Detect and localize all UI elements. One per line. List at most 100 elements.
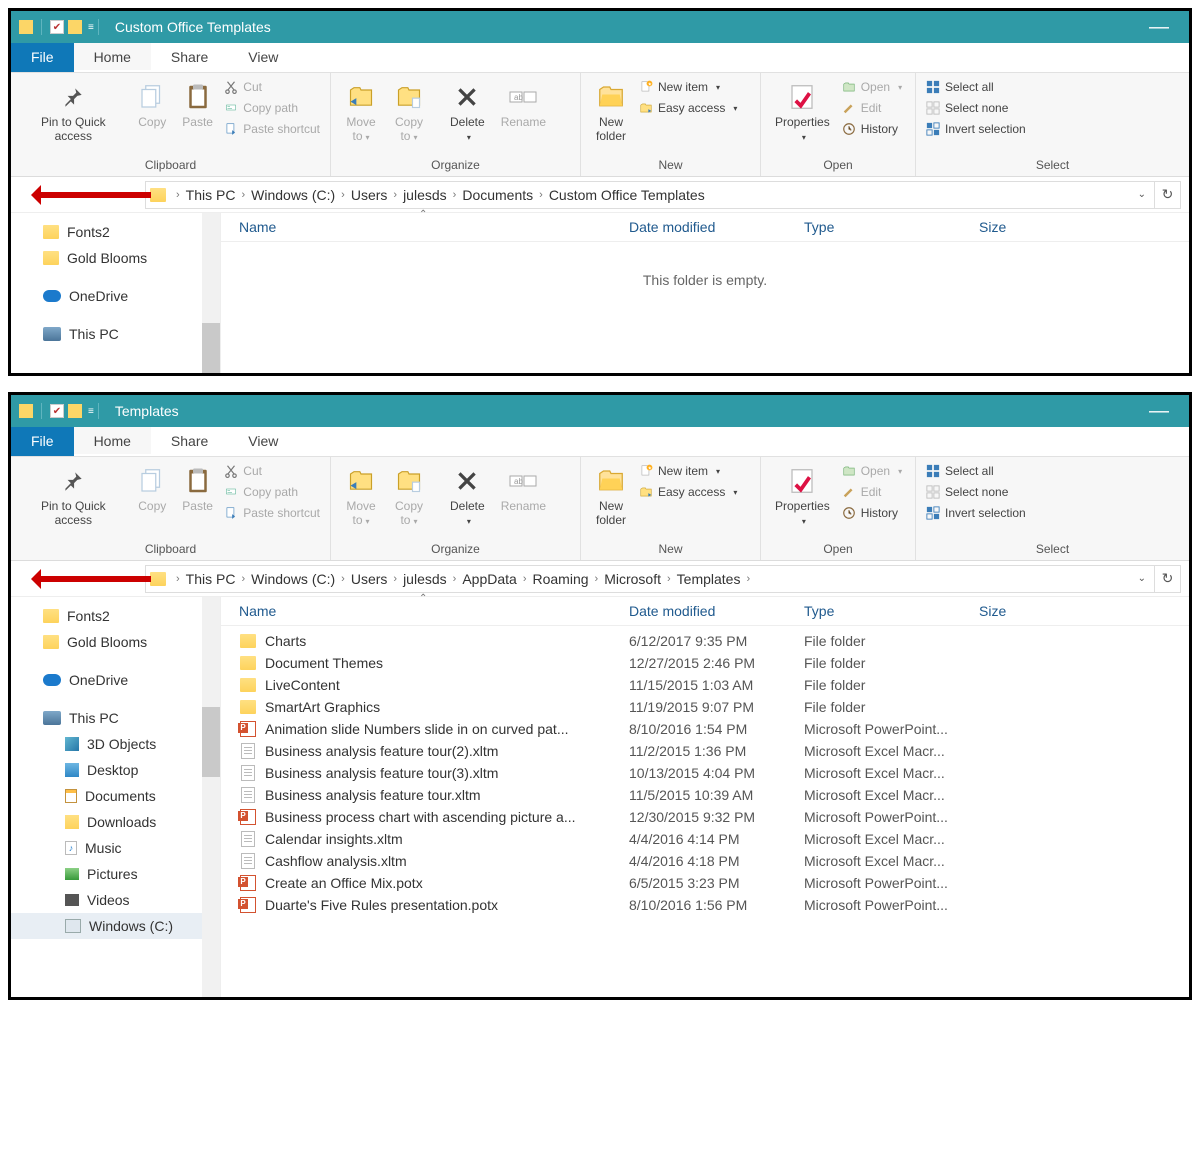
breadcrumb-segment[interactable]: Microsoft [604, 571, 661, 587]
copy-to-button[interactable]: Copyto▾ [385, 461, 433, 529]
nav-item-fonts2[interactable]: Fonts2 [11, 219, 220, 245]
column-header-type[interactable]: Type [804, 219, 979, 235]
file-row[interactable]: Business analysis feature tour(3).xltm 1… [239, 762, 1189, 784]
column-header-type[interactable]: Type [804, 603, 979, 619]
breadcrumb-segment[interactable]: AppData [462, 571, 516, 587]
paste-button[interactable]: Paste [175, 77, 220, 129]
file-row[interactable]: SmartArt Graphics 11/19/2015 9:07 PM Fil… [239, 696, 1189, 718]
address-bar[interactable]: ›This PC›Windows (C:)›Users›julesds›AppD… [145, 565, 1155, 593]
nav-item-this-pc[interactable]: This PC [11, 705, 220, 731]
select-all-button[interactable]: Select all [926, 79, 1026, 95]
new-item-button[interactable]: ★New item▾ [639, 79, 737, 95]
tab-home[interactable]: Home [74, 43, 151, 72]
qat-properties-icon[interactable]: ✔ [50, 20, 64, 34]
breadcrumb-segment[interactable]: Custom Office Templates [549, 187, 705, 203]
file-row[interactable]: LiveContent 11/15/2015 1:03 AM File fold… [239, 674, 1189, 696]
rename-button[interactable]: abRename [493, 461, 554, 513]
breadcrumb-chevron-icon[interactable]: › [170, 573, 186, 585]
nav-item-videos[interactable]: Videos [11, 887, 220, 913]
cut-button[interactable]: Cut [224, 463, 320, 479]
file-row[interactable]: Charts 6/12/2017 9:35 PM File folder [239, 630, 1189, 652]
breadcrumb-chevron-icon[interactable]: › [533, 189, 549, 201]
column-header-size[interactable]: Size [979, 603, 1039, 619]
breadcrumb-segment[interactable]: julesds [403, 571, 447, 587]
navigation-pane[interactable]: Fonts2Gold BloomsOneDriveThis PC3D Objec… [11, 597, 221, 997]
tab-share[interactable]: Share [151, 43, 228, 72]
column-header-date[interactable]: Date modified [629, 603, 804, 619]
nav-item-3d-objects[interactable]: 3D Objects [11, 731, 220, 757]
title-bar[interactable]: ✔ ≡ Custom Office Templates — [11, 11, 1189, 43]
nav-item-music[interactable]: ♪Music [11, 835, 220, 861]
file-row[interactable]: Document Themes 12/27/2015 2:46 PM File … [239, 652, 1189, 674]
file-row[interactable]: Business process chart with ascending pi… [239, 806, 1189, 828]
pin-quick-access-button[interactable]: Pin to Quick access [17, 461, 130, 527]
folder-icon[interactable] [68, 20, 82, 34]
nav-item-windows-c-[interactable]: Windows (C:) [11, 913, 220, 939]
column-header-name[interactable]: Name⌃ [239, 219, 629, 235]
breadcrumb-chevron-icon[interactable]: › [447, 189, 463, 201]
move-to-button[interactable]: Moveto▾ [337, 77, 385, 145]
breadcrumb-chevron-icon[interactable]: › [589, 573, 605, 585]
file-row[interactable]: Calendar insights.xltm 4/4/2016 4:14 PM … [239, 828, 1189, 850]
nav-item-documents[interactable]: Documents [11, 783, 220, 809]
minimize-button[interactable]: — [1137, 16, 1181, 39]
invert-selection-button[interactable]: Invert selection [926, 505, 1026, 521]
open-button[interactable]: Open▾ [842, 79, 902, 95]
copy-to-button[interactable]: Copyto▾ [385, 77, 433, 145]
new-item-button[interactable]: ★New item▾ [639, 463, 737, 479]
file-row[interactable]: Create an Office Mix.potx 6/5/2015 3:23 … [239, 872, 1189, 894]
tab-file[interactable]: File [11, 427, 74, 456]
scrollbar-thumb[interactable] [202, 323, 220, 373]
address-dropdown-icon[interactable]: ⌄ [1134, 573, 1150, 584]
folder-icon[interactable] [68, 404, 82, 418]
rename-button[interactable]: abRename [493, 77, 554, 129]
breadcrumb-chevron-icon[interactable]: › [170, 189, 186, 201]
nav-item-fonts2[interactable]: Fonts2 [11, 603, 220, 629]
tab-file[interactable]: File [11, 43, 74, 72]
breadcrumb-segment[interactable]: This PC [186, 187, 236, 203]
nav-item-pictures[interactable]: Pictures [11, 861, 220, 887]
delete-button[interactable]: Delete▾ [442, 77, 493, 145]
file-row[interactable]: Cashflow analysis.xltm 4/4/2016 4:18 PM … [239, 850, 1189, 872]
nav-item-onedrive[interactable]: OneDrive [11, 283, 220, 309]
title-bar[interactable]: ✔ ≡ Templates — [11, 395, 1189, 427]
breadcrumb-segment[interactable]: Users [351, 571, 388, 587]
qat-dropdown-icon[interactable]: ≡ [88, 22, 94, 33]
navigation-pane[interactable]: Fonts2Gold BloomsOneDriveThis PC [11, 213, 221, 373]
easy-access-button[interactable]: Easy access▾ [639, 484, 737, 500]
address-bar[interactable]: ›This PC›Windows (C:)›Users›julesds›Docu… [145, 181, 1155, 209]
column-header-size[interactable]: Size [979, 219, 1039, 235]
paste-shortcut-button[interactable]: Paste shortcut [224, 121, 320, 137]
properties-button[interactable]: Properties▾ [767, 77, 838, 145]
qat-dropdown-icon[interactable]: ≡ [88, 406, 94, 417]
new-folder-button[interactable]: Newfolder [587, 77, 635, 143]
file-row[interactable]: Animation slide Numbers slide in on curv… [239, 718, 1189, 740]
paste-shortcut-button[interactable]: Paste shortcut [224, 505, 320, 521]
history-button[interactable]: History [842, 121, 902, 137]
paste-button[interactable]: Paste [175, 461, 220, 513]
scrollbar[interactable] [202, 597, 220, 997]
nav-item-downloads[interactable]: Downloads [11, 809, 220, 835]
nav-item-gold-blooms[interactable]: Gold Blooms [11, 629, 220, 655]
history-button[interactable]: History [842, 505, 902, 521]
select-none-button[interactable]: Select none [926, 100, 1026, 116]
refresh-button[interactable]: ↻ [1155, 565, 1181, 593]
move-to-button[interactable]: Moveto▾ [337, 461, 385, 529]
breadcrumb-segment[interactable]: Users [351, 187, 388, 203]
copy-path-button[interactable]: Copy path [224, 100, 320, 116]
edit-button[interactable]: Edit [842, 484, 902, 500]
breadcrumb-segment[interactable]: julesds [403, 187, 447, 203]
copy-button[interactable]: Copy [130, 461, 175, 513]
breadcrumb-chevron-icon[interactable]: › [235, 189, 251, 201]
breadcrumb-chevron-icon[interactable]: › [447, 573, 463, 585]
breadcrumb-chevron-icon[interactable]: › [387, 573, 403, 585]
nav-item-desktop[interactable]: Desktop [11, 757, 220, 783]
breadcrumb-segment[interactable]: This PC [186, 571, 236, 587]
minimize-button[interactable]: — [1137, 400, 1181, 423]
copy-path-button[interactable]: Copy path [224, 484, 320, 500]
breadcrumb-chevron-icon[interactable]: › [335, 189, 351, 201]
pin-quick-access-button[interactable]: Pin to Quick access [17, 77, 130, 143]
open-button[interactable]: Open▾ [842, 463, 902, 479]
breadcrumb-segment[interactable]: Roaming [532, 571, 588, 587]
tab-view[interactable]: View [228, 427, 298, 456]
